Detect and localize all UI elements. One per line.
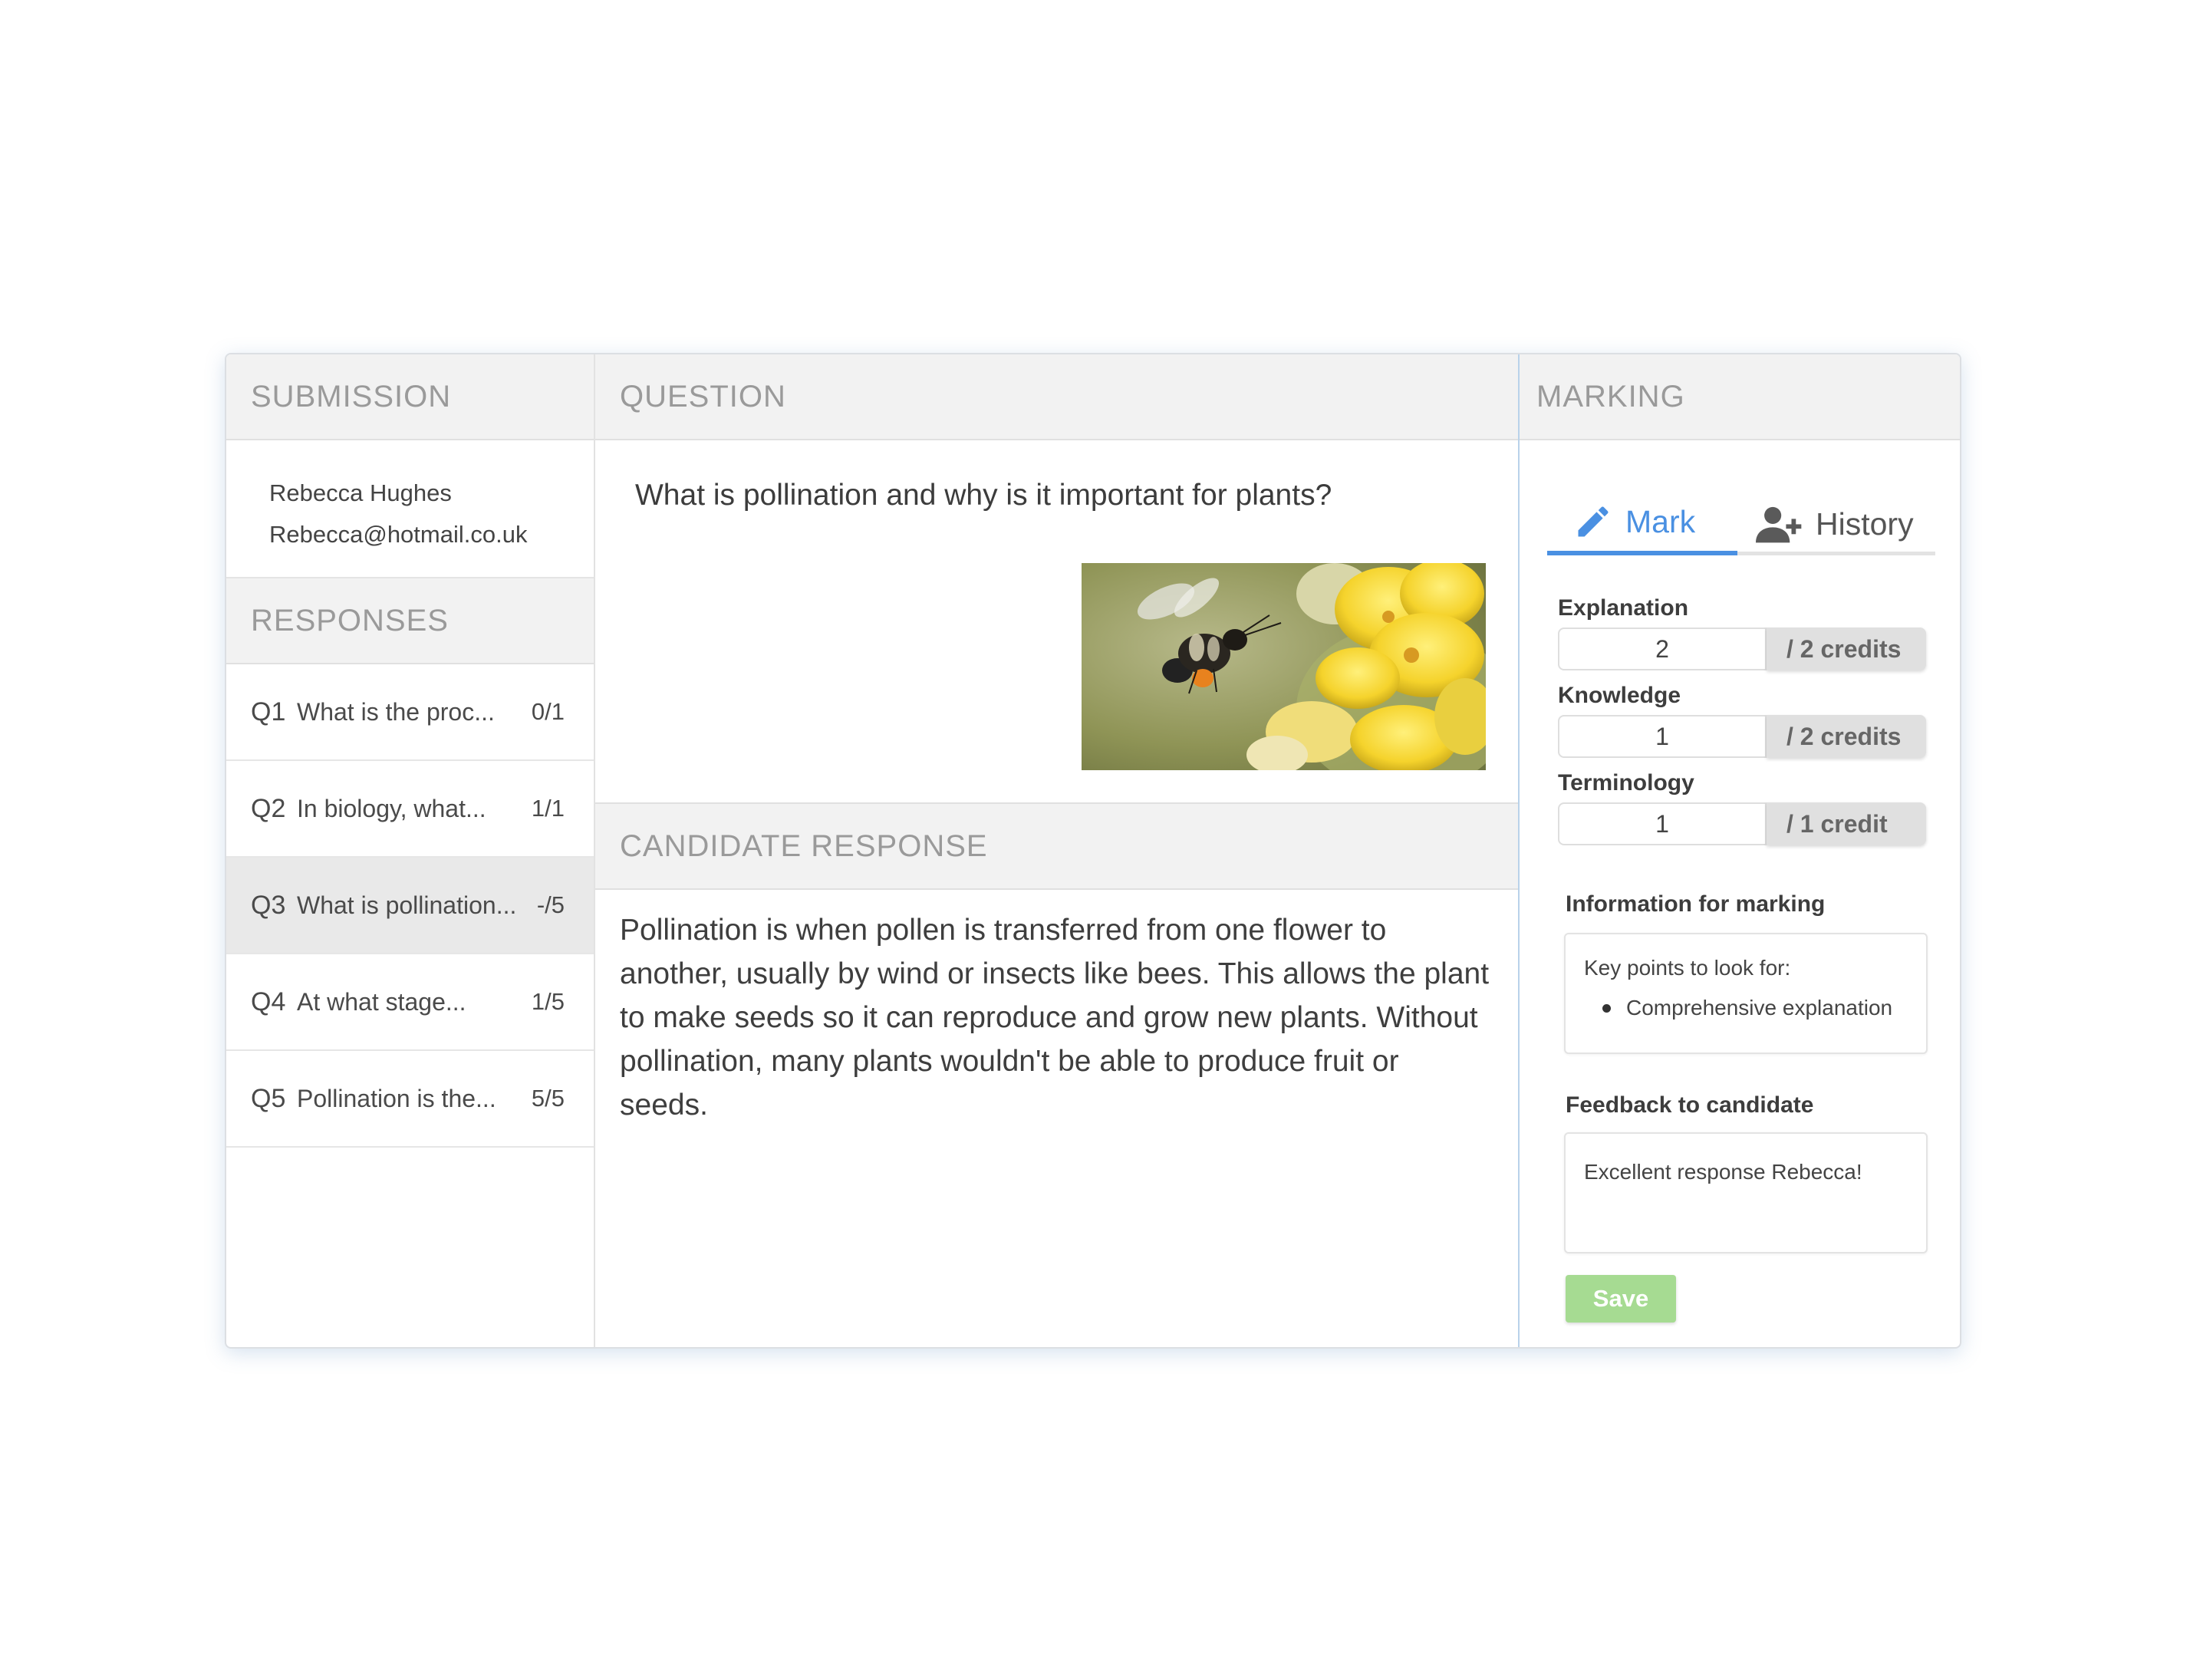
candidate-response-text: Pollination is when pollen is transferre… [620, 914, 1490, 1122]
submitter-name: Rebecca Hughes [269, 479, 452, 506]
criterion-max: / 2 credits [1767, 628, 1926, 670]
response-score: 1/5 [531, 988, 565, 1015]
explanation-score-input[interactable]: 2 [1558, 628, 1767, 670]
marking-tabs: Mark History [1547, 492, 1935, 555]
response-score: 0/1 [531, 698, 565, 725]
response-number: Q2 [251, 793, 286, 823]
information-for-marking-label: Information for marking [1566, 891, 1826, 917]
tab-history[interactable]: History [1756, 492, 1914, 555]
responses-header: RESPONSES [226, 578, 594, 664]
response-title: At what stage... [297, 987, 466, 1016]
save-button[interactable]: Save [1566, 1275, 1676, 1323]
criterion-label: Explanation [1558, 595, 1689, 621]
feedback-text: Excellent response Rebecca! [1584, 1160, 1862, 1184]
response-number: Q4 [251, 987, 286, 1016]
criterion-field: 2 / 2 credits [1558, 628, 1926, 670]
responses-list: Q1 What is the proc... 0/1 Q2 In biology… [226, 664, 594, 1148]
response-item-q2[interactable]: Q2 In biology, what... 1/1 [226, 761, 594, 858]
candidate-response-header: CANDIDATE RESPONSE [595, 804, 1518, 890]
response-title: What is pollination... [297, 891, 517, 919]
marking-header: MARKING [1520, 354, 1960, 440]
knowledge-score-input[interactable]: 1 [1558, 715, 1767, 758]
tab-mark[interactable]: Mark [1547, 492, 1737, 555]
response-item-q5[interactable]: Q5 Pollination is the... 5/5 [226, 1051, 594, 1148]
response-number: Q3 [251, 890, 286, 920]
response-score: 5/5 [531, 1085, 565, 1112]
marking-column: MARKING Mark History Explanation 2 / 2 c… [1520, 354, 1960, 1347]
question-text: What is pollination and why is it import… [635, 479, 1332, 512]
key-points-intro: Key points to look for: [1584, 956, 1791, 980]
bee-on-flower-image [1082, 563, 1486, 770]
marking-app: SUBMISSION Rebecca Hughes Rebecca@hotmai… [225, 353, 1961, 1349]
submission-header: SUBMISSION [226, 354, 594, 440]
response-number: Q5 [251, 1083, 286, 1113]
question-column: QUESTION What is pollination and why is … [595, 354, 1520, 1347]
key-point-item: Comprehensive explanation [1584, 996, 1926, 1020]
criterion-explanation: Explanation 2 / 2 credits [1558, 595, 1926, 670]
response-item-q1[interactable]: Q1 What is the proc... 0/1 [226, 664, 594, 761]
marking-info-box: Key points to look for: Comprehensive ex… [1564, 933, 1928, 1054]
criterion-max: / 2 credits [1767, 715, 1926, 758]
tab-mark-label: Mark [1625, 503, 1696, 539]
feedback-textarea[interactable]: Excellent response Rebecca! [1564, 1132, 1928, 1253]
tab-history-label: History [1816, 506, 1914, 542]
response-score: 1/1 [531, 795, 565, 822]
pencil-icon [1578, 506, 1609, 537]
criterion-field: 1 / 1 credit [1558, 802, 1926, 845]
criterion-terminology: Terminology 1 / 1 credit [1558, 770, 1926, 845]
candidate-response-section: CANDIDATE RESPONSE [595, 802, 1518, 890]
submission-column: SUBMISSION Rebecca Hughes Rebecca@hotmai… [226, 354, 595, 1347]
response-title: What is the proc... [297, 697, 495, 726]
terminology-score-input[interactable]: 1 [1558, 802, 1767, 845]
feedback-label: Feedback to candidate [1566, 1092, 1814, 1118]
criterion-label: Knowledge [1558, 683, 1681, 708]
criterion-max: / 1 credit [1767, 802, 1926, 845]
response-number: Q1 [251, 697, 286, 726]
response-title: Pollination is the... [297, 1084, 496, 1112]
bullet-icon [1602, 1003, 1611, 1013]
response-item-q3[interactable]: Q3 What is pollination... -/5 [226, 858, 594, 954]
criterion-knowledge: Knowledge 1 / 2 credits [1558, 683, 1926, 758]
response-score: -/5 [536, 891, 565, 918]
question-header: QUESTION [595, 354, 1518, 440]
add-user-icon [1756, 506, 1802, 543]
response-title: In biology, what... [297, 794, 486, 822]
criterion-field: 1 / 2 credits [1558, 715, 1926, 758]
key-point-text: Comprehensive explanation [1626, 996, 1893, 1020]
response-item-q4[interactable]: Q4 At what stage... 1/5 [226, 954, 594, 1051]
submitter-email: Rebecca@hotmail.co.uk [269, 521, 528, 548]
submitter-info: Rebecca Hughes Rebecca@hotmail.co.uk [226, 440, 594, 578]
criterion-label: Terminology [1558, 770, 1694, 796]
